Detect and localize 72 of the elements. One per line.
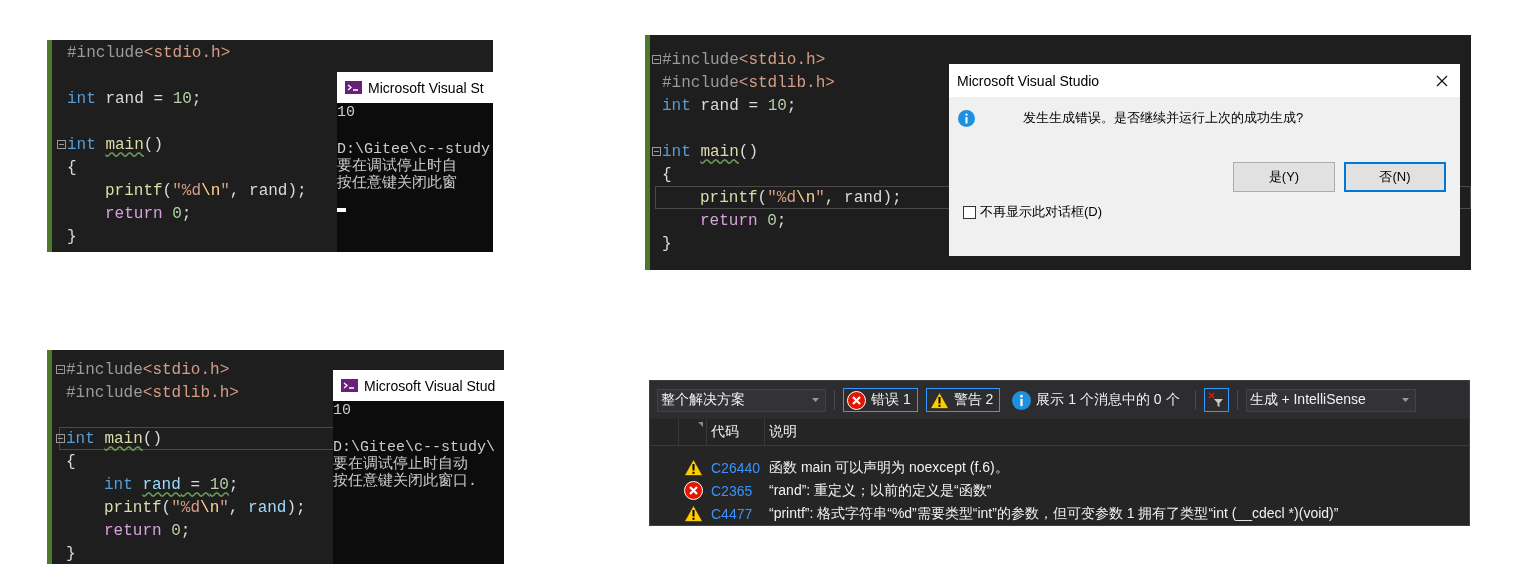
filter-button[interactable]: 展示 1 个消息中的 0 个 xyxy=(1008,388,1187,412)
code-line: return 0; xyxy=(104,521,191,540)
code-line: printf("%d\n", rand); xyxy=(700,188,902,207)
column-header[interactable]: 说明 xyxy=(769,423,797,439)
window-title: Microsoft Visual St xyxy=(368,79,484,96)
fold-icon[interactable] xyxy=(56,365,65,374)
source-dropdown[interactable]: 生成 + IntelliSense xyxy=(1245,388,1416,412)
code-line: #include<stdlib.h> xyxy=(662,73,835,92)
console-message: 按任意键关闭此窗口. xyxy=(333,473,478,490)
console-icon xyxy=(341,379,358,392)
error-code-link[interactable]: C26440 xyxy=(711,459,769,476)
clear-filter-icon xyxy=(1208,392,1224,408)
error-description: 函数 main 可以声明为 noexcept (f.6)。 xyxy=(769,458,1009,477)
console-message: 要在调试停止时自动 xyxy=(333,456,468,473)
fold-icon[interactable] xyxy=(652,147,661,156)
code-line: printf("%d\n", rand); xyxy=(105,181,307,200)
column-header[interactable]: 代码 xyxy=(711,423,739,441)
code-line: int rand = 10; xyxy=(662,96,797,115)
scope-dropdown[interactable]: 整个解决方案 xyxy=(657,388,826,412)
code-line: #include<stdlib.h> xyxy=(66,383,239,402)
dialog-title: Microsoft Visual Studio xyxy=(957,72,1100,89)
code-line: #include<stdio.h> xyxy=(662,50,826,69)
code-line: } xyxy=(662,234,672,253)
code-line: return 0; xyxy=(105,204,192,223)
error-icon xyxy=(847,390,866,410)
fold-icon[interactable] xyxy=(57,140,66,149)
code-line: } xyxy=(67,227,77,246)
fold-icon[interactable] xyxy=(652,55,661,64)
close-icon[interactable] xyxy=(1436,74,1448,87)
code-line: { xyxy=(66,452,76,471)
warning-icon xyxy=(684,459,703,476)
error-description: “rand”: 重定义；以前的定义是“函数” xyxy=(769,481,992,500)
caret-icon xyxy=(1401,398,1409,402)
info-icon xyxy=(1012,390,1032,410)
console-message: D:\Gitee\c--study xyxy=(337,141,492,158)
checkbox-label: 不再显示此对话框(D) xyxy=(980,203,1103,221)
code-line: return 0; xyxy=(700,211,787,230)
filter-button[interactable]: 错误 1 xyxy=(843,388,918,412)
dialog-message: 发生生成错误。是否继续并运行上次的成功生成? xyxy=(1023,109,1304,127)
error-code-link[interactable]: C4477 xyxy=(711,505,769,522)
error-icon xyxy=(684,481,703,500)
console-message: 按任意键关闭此窗 xyxy=(337,175,458,192)
code-line: #include<stdio.h> xyxy=(67,43,231,62)
code-line: { xyxy=(67,158,77,177)
console-message: D:\Gitee\c--study\ xyxy=(333,439,497,456)
code-line: printf("%d\n", rand); xyxy=(104,498,306,517)
filter-button[interactable]: 警告 2 xyxy=(925,388,1001,412)
console-output: 10 xyxy=(337,104,356,121)
code-line: #include<stdio.h> xyxy=(66,360,230,379)
window-title: Microsoft Visual Stud xyxy=(364,377,496,394)
code-line: } xyxy=(66,544,76,563)
dialog-button[interactable]: 是(Y) xyxy=(1233,162,1335,192)
code-line: int rand = 10; xyxy=(104,475,239,494)
warning-icon xyxy=(684,505,703,522)
checkbox[interactable] xyxy=(963,205,976,219)
code-line: { xyxy=(662,165,672,184)
console-output: 10 xyxy=(333,402,352,419)
console-icon xyxy=(345,81,362,94)
info-icon xyxy=(958,109,975,127)
fold-icon[interactable] xyxy=(56,434,65,443)
code-line: int main() xyxy=(662,142,758,161)
code-line: int rand = 10; xyxy=(67,89,202,108)
dialog-button[interactable]: 否(N) xyxy=(1344,162,1446,192)
code-line: int main() xyxy=(66,429,162,448)
error-description: “printf”: 格式字符串“%d”需要类型“int”的参数，但可变参数 1 拥有了类型“int (__cdecl *)(void)” xyxy=(769,504,1339,523)
error-code-link[interactable]: C2365 xyxy=(711,482,769,499)
console-message: 要在调试停止时自 xyxy=(337,158,457,175)
warning-icon xyxy=(929,391,949,409)
caret-icon xyxy=(812,398,819,402)
clear-filter-button[interactable] xyxy=(1203,388,1229,412)
code-line: int main() xyxy=(67,135,163,154)
sort-icon xyxy=(698,422,703,427)
